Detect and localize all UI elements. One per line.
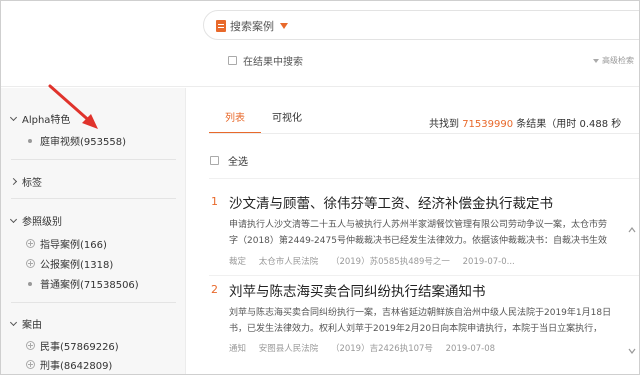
result-snippet: 申请执行人沙文清等二十五人与被执行人苏州半家湖餐饮管理有限公司劳动争议一案，太仓… [229, 220, 608, 230]
result-court: 太仓市人民法院 [258, 257, 319, 267]
divider [11, 302, 176, 303]
expand-arrow-icon[interactable] [627, 343, 637, 357]
result-snippet: 书，已发生法律效力。权利人刘苹于2019年2月20日向本院申请执行，本院于当日立… [229, 324, 603, 334]
result-court: 安图县人民法院 [258, 344, 319, 354]
filter-item-criminal[interactable]: 刑事(8642809) [26, 357, 112, 372]
expand-plus-icon[interactable] [26, 239, 35, 248]
expand-plus-icon[interactable] [26, 341, 35, 350]
chevron-right-icon [9, 177, 18, 186]
result-title-link[interactable]: 刘苹与陈志海买卖合同纠纷执行结案通知书 [229, 280, 486, 300]
filter-label: 民事(57869226) [40, 342, 119, 353]
chevron-down-icon [9, 113, 18, 121]
section-reference-level[interactable]: 参照级别 [9, 213, 62, 228]
filter-sidebar: Alpha特色 庭审视频(953558) 标签 参照级别 指导案例(166) 公… [1, 88, 186, 374]
tab-list[interactable]: 列表 [209, 112, 261, 134]
divider [11, 198, 176, 199]
bullet-icon [28, 138, 32, 143]
advanced-search-link[interactable]: 高级检索 [593, 55, 634, 66]
stats-suffix: 条结果（用时 0.488 秒 [516, 119, 622, 130]
caret-down-icon [593, 58, 599, 63]
divider [209, 275, 639, 276]
select-all-label: 全选 [228, 157, 248, 168]
search-within-results[interactable]: 在结果中搜索 [228, 53, 303, 68]
view-tabs: 列表 可视化 [209, 112, 313, 134]
filter-label: 公报案例(1318) [40, 260, 114, 271]
filter-item-guiding-cases[interactable]: 指导案例(166) [26, 236, 107, 251]
select-all-checkbox[interactable] [210, 156, 219, 165]
section-title: 参照级别 [22, 217, 62, 228]
result-meta: 裁定 太仓市人民法院 （2019）苏0585执489号之一 2019-07-0.… [229, 255, 525, 267]
filter-item-ordinary-cases[interactable]: 普通案例(71538506) [28, 276, 139, 291]
result-title-link[interactable]: 沙文清与顾蕾、徐伟芬等工资、经济补偿金执行裁定书 [229, 192, 553, 212]
filter-label: 指导案例(166) [40, 240, 107, 251]
document-icon [216, 20, 226, 32]
result-date: 2019-07-08 [445, 344, 496, 354]
divider [209, 133, 639, 134]
search-within-checkbox[interactable] [228, 56, 237, 65]
section-title: 标签 [22, 178, 42, 189]
section-title: 案由 [22, 320, 42, 331]
result-stats: 共找到 71539990 条结果（用时 0.488 秒 [429, 115, 621, 130]
app-frame: 搜索案例 在结果中搜索 高级检索 Alpha特色 庭审视频(953558) 标签 [0, 0, 640, 375]
search-input[interactable]: 搜索案例 [203, 10, 639, 40]
dropdown-arrow-icon [280, 23, 288, 29]
expand-plus-icon[interactable] [26, 360, 35, 369]
tab-visualize[interactable]: 可视化 [261, 112, 313, 134]
filter-item-civil[interactable]: 民事(57869226) [26, 338, 119, 353]
result-snippet: 字（2018）第2449-2475号仲裁裁决书已经发生法律效力。依据该仲裁裁决书… [229, 236, 607, 246]
chevron-down-icon [9, 318, 18, 326]
result-number: 2 [211, 283, 218, 296]
select-all[interactable]: 全选 [210, 153, 248, 168]
result-case-number: （2019）吉2426执107号 [330, 344, 433, 354]
filter-label: 庭审视频(953558) [40, 137, 126, 148]
section-alpha[interactable]: Alpha特色 [9, 111, 71, 126]
result-meta: 通知 安图县人民法院 （2019）吉2426执107号 2019-07-08 [229, 342, 505, 354]
result-number: 1 [211, 195, 218, 208]
divider [11, 159, 176, 160]
filter-label: 刑事(8642809) [40, 361, 113, 372]
expand-arrow-icon[interactable] [627, 222, 637, 236]
search-type-dropdown[interactable]: 搜索案例 [216, 17, 288, 35]
filter-item-gazette-cases[interactable]: 公报案例(1318) [26, 256, 113, 271]
result-count: 71539990 [462, 119, 514, 130]
result-snippet: 刘苹与陈志海买卖合同纠纷执行一案，吉林省延边朝鲜族自治州中级人民法院于2019年… [229, 308, 612, 318]
section-tags[interactable]: 标签 [9, 174, 42, 189]
result-doc-type: 裁定 [229, 257, 247, 267]
result-doc-type: 通知 [229, 344, 247, 354]
search-within-label: 在结果中搜索 [243, 57, 303, 68]
result-case-number: （2019）苏0585执489号之一 [330, 257, 450, 267]
divider [209, 178, 639, 179]
stats-prefix: 共找到 [429, 119, 459, 130]
section-cause[interactable]: 案由 [9, 316, 42, 331]
filter-label: 普通案例(71538506) [40, 280, 139, 291]
advanced-search-label: 高级检索 [602, 56, 634, 65]
search-header: 搜索案例 在结果中搜索 高级检索 [1, 1, 639, 87]
section-title: Alpha特色 [22, 115, 71, 126]
results-panel: 列表 可视化 共找到 71539990 条结果（用时 0.488 秒 全选 1 … [187, 88, 639, 374]
chevron-down-icon [9, 215, 18, 223]
expand-plus-icon[interactable] [26, 259, 35, 268]
result-date: 2019-07-0... [462, 257, 515, 267]
search-type-label: 搜索案例 [230, 20, 274, 33]
filter-item-trial-video[interactable]: 庭审视频(953558) [28, 133, 126, 148]
bullet-icon [28, 281, 32, 286]
